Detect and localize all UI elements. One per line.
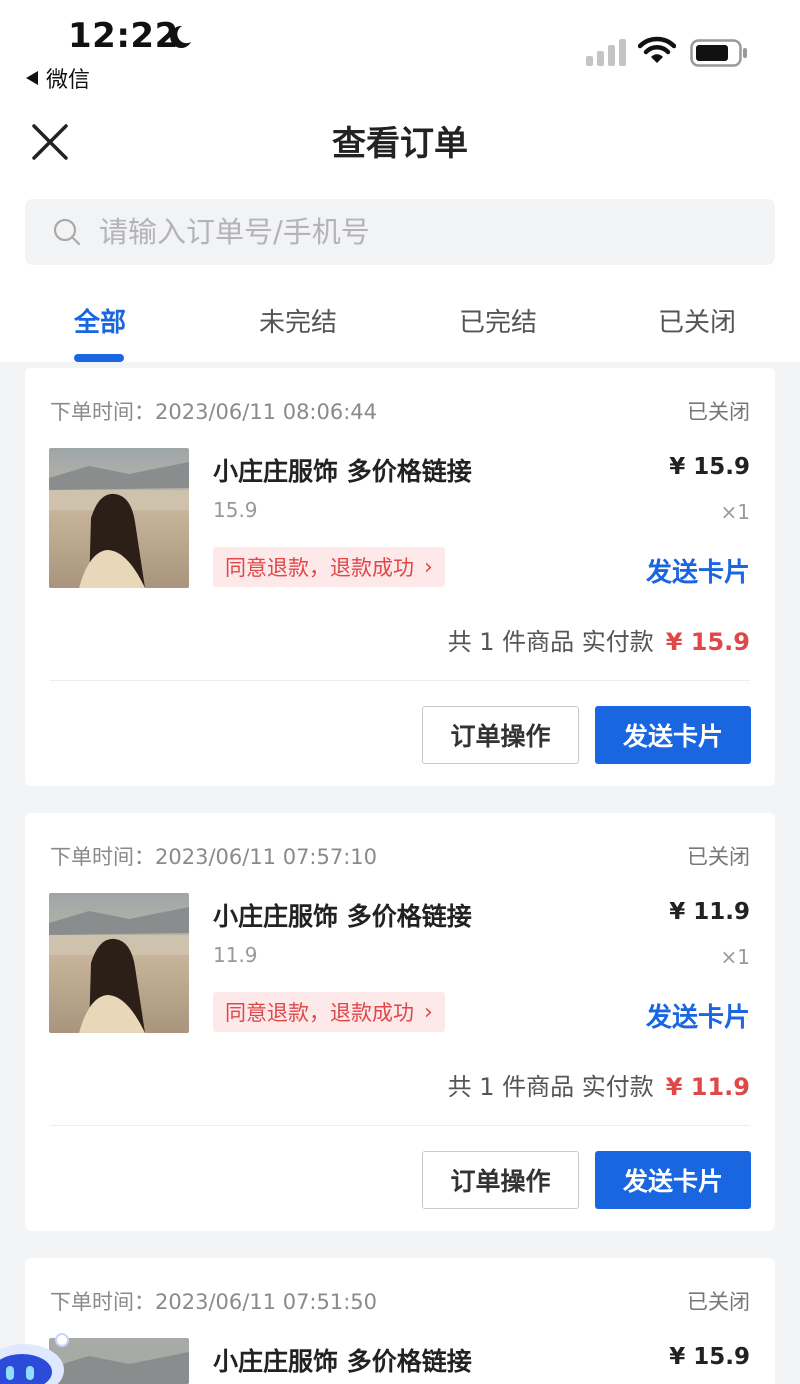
send-card-button[interactable]: 发送卡片 (595, 706, 751, 764)
chevron-right-icon: › (424, 554, 433, 580)
order-time: 下单时间：2023/06/11 08:06:44 (50, 396, 377, 426)
order-summary: 共 1 件商品 实付款 ¥ 11.9 (448, 1067, 750, 1102)
status-time: 12:22 (68, 16, 179, 56)
product-price: ¥ 11.9 (669, 899, 750, 925)
order-actions-button[interactable]: 订单操作 (422, 1151, 579, 1209)
tab-bar: 全部 未完结 已完结 已关闭 (0, 292, 800, 362)
product-quantity: ×1 (720, 945, 750, 969)
product-name[interactable]: 小庄庄服饰 多价格链接 (213, 1342, 472, 1378)
summary-amount: ¥ 15.9 (665, 628, 750, 656)
order-card: 下单时间：2023/06/11 07:51:50 已关闭 小庄庄服饰 多价格链接… (25, 1258, 775, 1384)
battery-icon (690, 39, 747, 67)
product-thumbnail[interactable] (49, 1338, 189, 1384)
refund-status-tag[interactable]: 同意退款，退款成功 › (213, 547, 445, 587)
order-card: 下单时间：2023/06/11 07:57:10 已关闭 小庄庄服饰 多价格链接… (25, 813, 775, 1231)
product-name[interactable]: 小庄庄服饰 多价格链接 (213, 897, 472, 933)
order-time-label: 下单时间： (50, 1290, 155, 1314)
cellular-signal-icon (586, 39, 626, 66)
product-price: ¥ 15.9 (669, 454, 750, 480)
send-card-button[interactable]: 发送卡片 (595, 1151, 751, 1209)
back-triangle-icon (26, 71, 38, 85)
product-thumbnail[interactable] (49, 893, 189, 1033)
send-card-link[interactable]: 发送卡片 (646, 997, 750, 1034)
back-app-label: 微信 (46, 68, 91, 93)
moon-icon (170, 25, 191, 48)
product-name[interactable]: 小庄庄服饰 多价格链接 (213, 452, 472, 488)
back-to-app-link[interactable]: 微信 (26, 62, 90, 94)
search-bar[interactable] (25, 199, 775, 265)
search-input[interactable] (99, 215, 699, 249)
tab-finished[interactable]: 已完结 (459, 302, 537, 339)
product-spec: 15.9 (213, 498, 258, 522)
order-status: 已关闭 (687, 1290, 750, 1314)
summary-label: 共 1 件商品 实付款 (447, 1073, 654, 1101)
send-card-link[interactable]: 发送卡片 (646, 552, 750, 589)
order-time: 下单时间：2023/06/11 07:57:10 (50, 841, 377, 871)
order-time-label: 下单时间： (50, 400, 155, 424)
refund-status-tag[interactable]: 同意退款，退款成功 › (213, 992, 445, 1032)
summary-amount: ¥ 11.9 (665, 1073, 750, 1101)
page-title: 查看订单 (332, 124, 468, 164)
summary-label: 共 1 件商品 实付款 (447, 628, 654, 656)
tab-closed[interactable]: 已关闭 (658, 302, 736, 339)
product-price: ¥ 15.9 (669, 1344, 750, 1370)
assistant-robot-icon[interactable] (0, 1330, 70, 1384)
product-thumbnail[interactable] (49, 448, 189, 588)
order-time-value: 2023/06/11 07:57:10 (155, 845, 378, 869)
order-time-label: 下单时间： (50, 845, 155, 869)
product-spec: 11.9 (213, 943, 258, 967)
order-actions-button[interactable]: 订单操作 (422, 706, 579, 764)
refund-status-label: 同意退款，退款成功 (225, 1001, 414, 1025)
order-time: 下单时间：2023/06/11 07:51:50 (50, 1286, 377, 1316)
order-status: 已关闭 (687, 400, 750, 424)
active-tab-indicator (74, 354, 124, 362)
product-quantity: ×1 (720, 500, 750, 524)
card-divider (50, 1125, 750, 1126)
wifi-icon (638, 36, 676, 63)
tab-all[interactable]: 全部 (74, 302, 126, 339)
header-area: 12:22 微信 查看订单 全部 未完结 已完结 已关闭 (0, 0, 800, 362)
refund-status-label: 同意退款，退款成功 (225, 556, 414, 580)
order-summary: 共 1 件商品 实付款 ¥ 15.9 (448, 622, 750, 657)
order-time-value: 2023/06/11 07:51:50 (155, 1290, 378, 1314)
order-time-value: 2023/06/11 08:06:44 (155, 400, 378, 424)
card-divider (50, 680, 750, 681)
search-icon (53, 218, 81, 246)
order-card: 下单时间：2023/06/11 08:06:44 已关闭 小庄庄服饰 多价格链接… (25, 368, 775, 786)
order-status: 已关闭 (687, 845, 750, 869)
chevron-right-icon: › (424, 999, 433, 1025)
tab-unfinished[interactable]: 未完结 (259, 302, 337, 339)
